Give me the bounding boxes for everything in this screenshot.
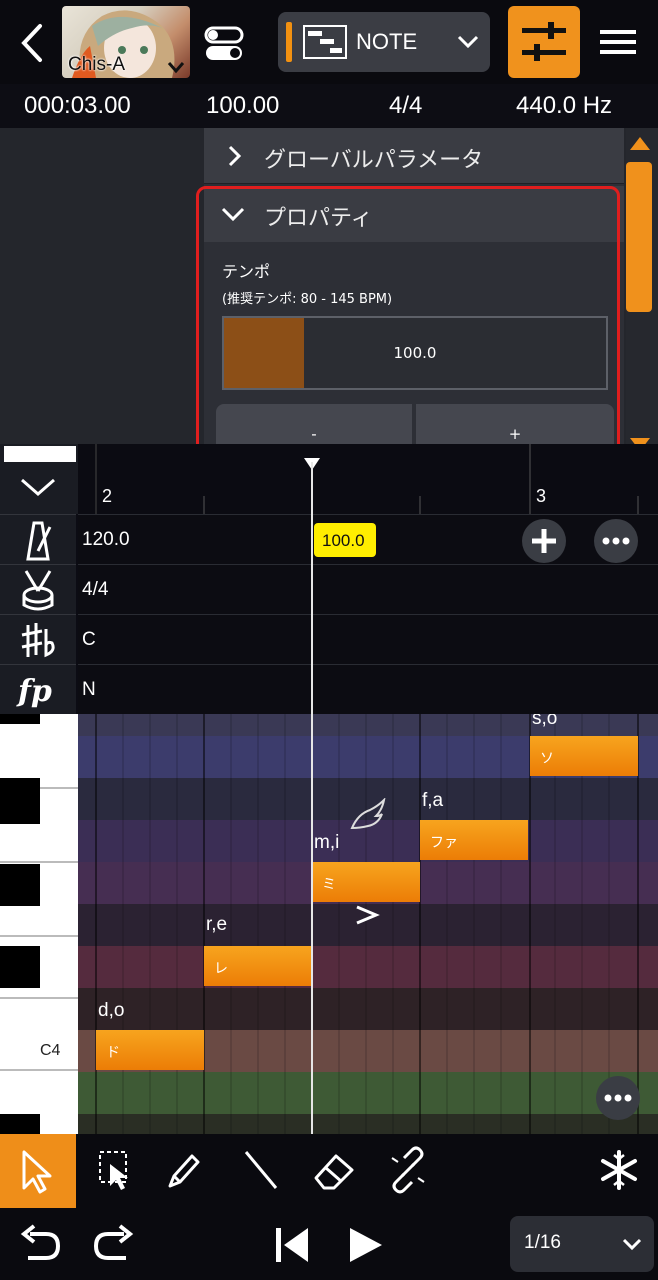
note-so-text: ソ — [540, 751, 554, 767]
tempo-marker-value: 100.0 — [322, 531, 365, 550]
chevron-down-icon — [457, 35, 479, 49]
tempo-track-button[interactable] — [0, 514, 76, 564]
lyric-so: s,o — [532, 714, 558, 729]
tempo-marker[interactable]: 100.0 — [314, 523, 376, 557]
snap-value: 1/16 — [524, 1232, 561, 1253]
line-tool-icon[interactable] — [238, 1146, 284, 1194]
play-icon[interactable] — [344, 1222, 388, 1268]
sliders-icon — [522, 22, 566, 61]
status-bar: 000:03.00 100.00 4/4 440.0 Hz — [0, 84, 658, 128]
singer-selector[interactable]: Chis-A — [62, 6, 190, 78]
time-readout: 000:03.00 — [24, 92, 131, 119]
ruler-ticks — [95, 444, 639, 514]
piano-keys — [0, 714, 78, 1134]
note-re[interactable]: レ — [204, 946, 312, 986]
roll-more-button[interactable] — [596, 1076, 640, 1120]
collapse-button[interactable] — [0, 444, 78, 514]
playhead-line — [311, 714, 313, 1134]
key-value: C — [82, 629, 96, 650]
note-do-text: ド — [106, 1045, 120, 1061]
menu-button[interactable] — [596, 22, 642, 62]
top-bar: Chis-A NOTE — [0, 0, 658, 84]
chevron-down-icon — [167, 62, 185, 74]
svg-text:fp: fp — [16, 674, 52, 709]
range-select-icon[interactable] — [92, 1146, 136, 1194]
note-do[interactable]: ド — [96, 1030, 204, 1070]
hamburger-menu-icon — [600, 30, 636, 54]
meter-value: 4/4 — [82, 579, 109, 600]
snowflake-icon[interactable] — [596, 1146, 642, 1194]
meter-track-button[interactable] — [0, 564, 76, 614]
note-so[interactable]: ソ — [530, 736, 638, 776]
singer-name: Chis-A — [68, 54, 126, 75]
edit-mode-label: NOTE — [356, 29, 418, 54]
tempo-start-value: 120.0 — [82, 529, 130, 550]
more-dots-icon — [602, 537, 630, 545]
panel-scroll-thumb[interactable] — [626, 162, 652, 312]
note-mode-icon — [303, 25, 347, 59]
parameter-panel-button[interactable] — [508, 6, 580, 78]
chevron-left-icon — [21, 24, 42, 62]
add-tempo-button[interactable] — [522, 519, 566, 563]
tempo-more-button[interactable] — [594, 519, 638, 563]
lyric-mi: m,i — [314, 832, 340, 853]
track-toggle-button[interactable] — [202, 24, 248, 64]
cursor-arrow-icon — [22, 1150, 52, 1194]
note-fa[interactable]: ファ — [420, 820, 528, 860]
lyric-re: r,e — [206, 914, 228, 935]
piano-roll[interactable]: ド レ ミ ファ ソ d,o r,e m,i f,a s,o — [78, 714, 658, 1134]
dynamics-value: N — [82, 679, 96, 700]
note-mi-text: ミ — [322, 877, 336, 893]
chevron-down-icon — [622, 1238, 642, 1251]
more-dots-icon — [604, 1094, 632, 1102]
tempo-readout: 100.00 — [206, 92, 280, 119]
dynamics-fp-icon: fp — [16, 674, 52, 709]
mode-color-stripe — [286, 22, 292, 62]
timeline-ruler[interactable]: 2 3 — [0, 444, 658, 514]
global-params-header[interactable]: グローバルパラメータ — [204, 128, 624, 184]
metronome-icon — [26, 521, 52, 561]
meter-readout: 4/4 — [389, 92, 423, 119]
global-params-label: グローバルパラメータ — [264, 148, 484, 173]
c4-key-label: C4 — [40, 1042, 61, 1059]
note-fa-text: ファ — [430, 835, 458, 851]
chevron-down-icon — [21, 478, 55, 496]
wing-icon[interactable] — [348, 798, 388, 834]
redo-icon[interactable] — [90, 1224, 138, 1266]
playhead-line-upper — [311, 462, 313, 714]
lyric-do: d,o — [98, 1000, 125, 1021]
dynamics-track-button[interactable]: fp — [0, 664, 76, 714]
undo-icon[interactable] — [16, 1224, 64, 1266]
highlight-frame — [196, 186, 620, 462]
accent-mark-icon — [356, 905, 380, 925]
eraser-icon[interactable] — [310, 1146, 358, 1194]
drum-icon — [22, 570, 54, 611]
scroll-up-icon[interactable] — [628, 134, 652, 152]
pencil-icon[interactable] — [160, 1146, 206, 1194]
note-mi[interactable]: ミ — [312, 862, 420, 902]
pitch-readout: 440.0 Hz — [516, 92, 613, 119]
toggle-switch-icon — [204, 26, 244, 60]
note-re-text: レ — [214, 961, 228, 977]
lyric-fa: f,a — [422, 790, 444, 811]
dynamics-track[interactable]: N — [78, 664, 658, 714]
snap-select[interactable]: 1/16 — [510, 1216, 654, 1272]
piano-keyboard[interactable]: C4 — [0, 714, 78, 1134]
plus-icon — [532, 529, 556, 553]
meter-track[interactable]: 4/4 — [78, 564, 658, 614]
key-track-button[interactable] — [0, 614, 76, 664]
back-button[interactable] — [12, 18, 52, 68]
tempo-track[interactable]: 120.0 100.0 — [78, 514, 658, 564]
key-track[interactable]: C — [78, 614, 658, 664]
chevron-right-icon — [228, 145, 242, 167]
skip-to-start-icon[interactable] — [270, 1222, 314, 1268]
sharp-flat-icon — [21, 623, 55, 658]
link-icon[interactable] — [384, 1146, 432, 1194]
edit-mode-select[interactable]: NOTE — [278, 12, 490, 72]
ruler-swatch — [4, 446, 76, 462]
select-tool-button[interactable] — [0, 1134, 76, 1208]
